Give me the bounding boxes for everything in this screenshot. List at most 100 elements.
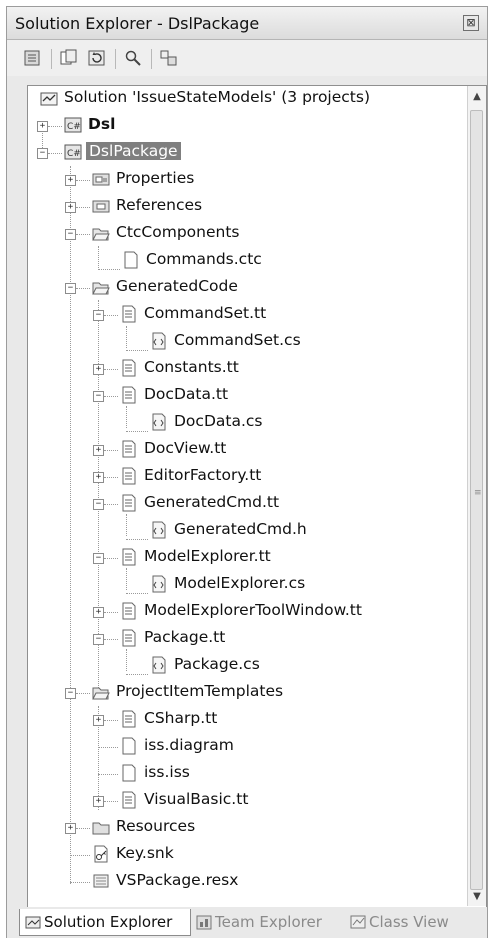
expand-icon[interactable]: + [65, 175, 76, 186]
scroll-up-arrow-icon[interactable]: ▲ [468, 88, 486, 106]
window-title: Solution Explorer - DslPackage [15, 14, 260, 33]
code-file-icon [152, 575, 166, 593]
collapse-icon[interactable]: − [93, 634, 104, 645]
toolbar-separator [51, 49, 52, 69]
solution-tree: Solution 'IssueStateModels' (3 projects)… [27, 85, 487, 909]
package-cs-label: Package.cs [174, 655, 260, 673]
generatedcode-label: GeneratedCode [116, 277, 238, 295]
solution-label: Solution 'IssueStateModels' (3 projects) [64, 88, 370, 106]
csharp-project-icon: C# [64, 144, 82, 160]
resources-label: Resources [116, 817, 196, 835]
ctccomponents-label: CtcComponents [116, 223, 240, 241]
references-folder-icon [92, 200, 110, 213]
modelexplorertoolwindow-tt-label: ModelExplorerToolWindow.tt [144, 601, 362, 619]
csharp-project-icon: C# [64, 117, 82, 133]
tree-connector [104, 477, 118, 478]
commandset-cs-label: CommandSet.cs [174, 331, 301, 349]
toolbar-separator [115, 49, 116, 69]
view-code-icon[interactable] [123, 49, 143, 67]
generatedcmd-h-label: GeneratedCmd.h [174, 520, 307, 538]
tree-connector [126, 406, 127, 428]
tree-connector [126, 568, 127, 590]
iss-iss-label: iss.iss [144, 763, 190, 781]
svg-text:C#: C# [67, 149, 81, 159]
tab-class-view[interactable]: Class View [347, 909, 467, 935]
text-template-icon [122, 359, 136, 377]
tree-connector [126, 431, 148, 432]
tool-window-tabs: Solution Explorer Team Explorer Class Vi… [7, 907, 487, 938]
tree-connector [70, 855, 90, 856]
expand-icon[interactable]: + [65, 823, 76, 834]
resource-file-icon [93, 874, 109, 888]
tab-solution-explorer[interactable]: Solution Explorer [19, 909, 191, 936]
tree-connector [70, 166, 71, 884]
tree-connector [48, 153, 62, 154]
tree-connector [126, 539, 148, 540]
expand-icon[interactable]: + [65, 202, 76, 213]
vertical-scrollbar[interactable]: ▲ ≡ ▼ [467, 86, 486, 906]
tree-connector [76, 828, 90, 829]
refresh-icon[interactable] [87, 49, 107, 67]
tree-connector [98, 747, 118, 748]
collapse-icon[interactable]: − [93, 499, 104, 510]
tree-connector [76, 180, 90, 181]
code-file-icon [152, 332, 166, 350]
solution-explorer-icon [25, 916, 41, 929]
tab-team-explorer[interactable]: Team Explorer [193, 909, 343, 935]
constants-tt-label: Constants.tt [144, 358, 239, 376]
iss-diagram-label: iss.diagram [144, 736, 234, 754]
scroll-grip-icon: ≡ [474, 488, 482, 498]
tree-connector [76, 234, 90, 235]
collapse-icon[interactable]: − [65, 688, 76, 699]
expand-icon[interactable]: + [93, 607, 104, 618]
tree-connector [104, 558, 118, 559]
expand-icon[interactable]: + [37, 121, 48, 132]
expand-icon[interactable]: + [93, 445, 104, 456]
scroll-down-arrow-icon[interactable]: ▼ [468, 888, 486, 906]
docdata-cs-label: DocData.cs [174, 412, 263, 430]
close-button[interactable]: ⊠ [463, 15, 479, 31]
scroll-thumb[interactable]: ≡ [470, 110, 483, 890]
collapse-icon[interactable]: − [93, 553, 104, 564]
references-label: References [116, 196, 203, 214]
dsl-label: Dsl [88, 115, 116, 133]
expand-icon[interactable]: + [93, 715, 104, 726]
collapse-icon[interactable]: − [93, 310, 104, 321]
tree-connector [126, 326, 127, 348]
collapse-icon[interactable]: − [37, 148, 48, 159]
text-template-icon [122, 494, 136, 512]
expand-icon[interactable]: + [93, 364, 104, 375]
key-file-icon [94, 845, 108, 863]
team-explorer-icon [196, 915, 212, 930]
open-folder-icon [92, 687, 110, 700]
tree-connector [126, 674, 148, 675]
expand-icon[interactable]: + [93, 472, 104, 483]
toolbar [7, 40, 487, 76]
tree-connector [76, 207, 90, 208]
show-all-files-icon[interactable] [59, 49, 79, 67]
collapse-icon[interactable]: − [65, 283, 76, 294]
visualbasic-tt-label: VisualBasic.tt [144, 790, 249, 808]
tree-connector [126, 649, 127, 671]
tree-connector [98, 246, 99, 268]
collapse-icon[interactable]: − [65, 229, 76, 240]
code-file-icon [152, 413, 166, 431]
properties-label: Properties [116, 169, 195, 187]
tree-connector [98, 774, 118, 775]
expand-icon[interactable]: + [93, 796, 104, 807]
editorfactory-tt-label: EditorFactory.tt [144, 466, 262, 484]
solution-icon [40, 92, 58, 106]
projectitemtemplates-label: ProjectItemTemplates [116, 682, 284, 700]
tree-connector [104, 639, 118, 640]
text-template-icon [122, 305, 136, 323]
properties-icon[interactable] [23, 49, 43, 67]
open-folder-icon [92, 228, 110, 241]
vspackage-resx-label: VSPackage.resx [116, 871, 239, 889]
text-template-icon [122, 386, 136, 404]
tree-connector [48, 126, 62, 127]
tab-class-view-label: Class View [369, 913, 449, 931]
key-snk-label: Key.snk [116, 844, 174, 862]
commandset-tt-label: CommandSet.tt [144, 304, 267, 322]
collapse-icon[interactable]: − [93, 391, 104, 402]
view-designer-icon[interactable] [159, 49, 179, 67]
